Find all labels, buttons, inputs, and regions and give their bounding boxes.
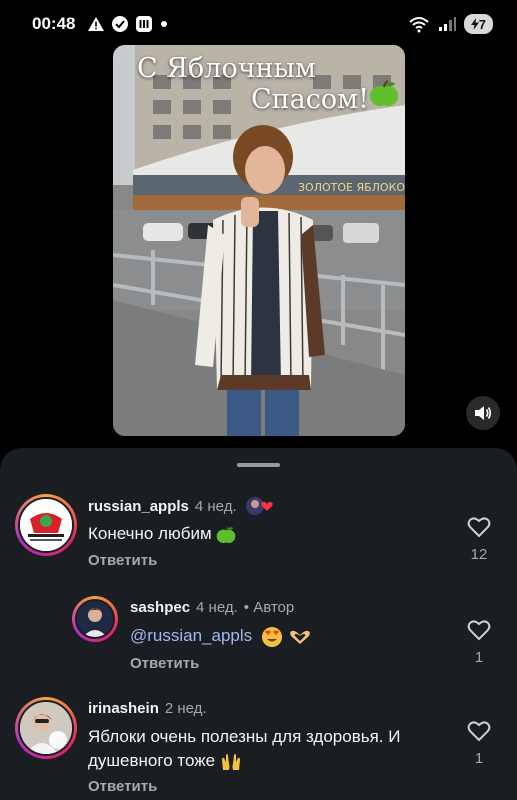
signal-icon	[438, 16, 456, 32]
avatar[interactable]	[15, 697, 77, 759]
avatar[interactable]	[15, 494, 77, 556]
video-player[interactable]: ЗОЛОТОЕ ЯБЛОКО С Яблочным Спасом!	[113, 45, 405, 436]
status-bar: 00:48 7	[0, 0, 517, 48]
check-circle-icon	[111, 15, 129, 33]
reply-button[interactable]: Ответить	[88, 778, 157, 795]
green-apple-icon	[370, 80, 398, 106]
avatar[interactable]	[72, 596, 118, 642]
heart-outline-icon	[467, 721, 491, 742]
comment-username[interactable]: sashpec	[130, 599, 190, 616]
comments-sheet: russian_appls 4 нед. Конечно любим Ответ…	[0, 448, 517, 800]
dot-icon	[159, 19, 169, 29]
heart-icon	[260, 501, 273, 511]
reply-button[interactable]: Ответить	[130, 655, 199, 672]
battery-indicator: 7	[463, 14, 493, 34]
heart-outline-icon	[467, 620, 491, 641]
mention-link[interactable]: @russian_appls	[130, 626, 252, 645]
wifi-icon	[408, 15, 430, 33]
video-caption: С Яблочным Спасом!	[113, 53, 405, 115]
reply-button[interactable]: Ответить	[88, 552, 157, 569]
like-button[interactable]: 12	[464, 516, 494, 563]
speaker-icon	[475, 406, 492, 420]
charging-icon	[470, 18, 479, 30]
like-button[interactable]: 1	[464, 720, 494, 767]
like-button[interactable]: 1	[464, 619, 494, 666]
author-liked-badge	[245, 496, 273, 516]
like-count: 1	[474, 649, 484, 666]
status-time: 00:48	[32, 14, 76, 33]
heart-hands-emoji-icon	[289, 630, 310, 644]
comment-text-line-2: душевного тоже	[88, 751, 216, 770]
sound-toggle-button[interactable]	[466, 396, 500, 430]
app-notification-icon	[135, 15, 153, 33]
comment-text: Конечно любим	[88, 524, 212, 543]
comment-time: 4 нед.	[194, 497, 237, 515]
caption-line-2: Спасом!	[251, 84, 369, 115]
raising-hands-emoji-icon	[221, 753, 240, 770]
battery-level: 7	[478, 16, 486, 32]
heart-outline-icon	[467, 517, 491, 538]
comment-text-line-1: Яблоки очень полезны для здоровья. И	[88, 727, 401, 746]
like-count: 12	[470, 546, 488, 563]
author-tag: • Автор	[243, 599, 295, 616]
caption-line-1: С Яблочным	[137, 53, 317, 84]
comment-time: 4 нед.	[196, 599, 238, 616]
like-count: 1	[474, 750, 484, 767]
comment-time: 2 нед.	[164, 700, 207, 717]
green-apple-icon	[217, 525, 236, 543]
comment-username[interactable]: irinashein	[88, 700, 159, 717]
store-sign: ЗОЛОТОЕ ЯБЛОКО	[298, 181, 405, 194]
heart-eyes-emoji-icon	[261, 626, 282, 647]
drag-handle[interactable]	[237, 463, 280, 467]
warning-icon	[87, 16, 105, 32]
comment-username[interactable]: russian_appls	[88, 498, 189, 515]
